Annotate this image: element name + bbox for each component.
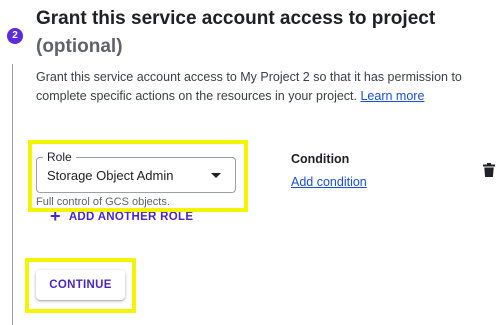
continue-button[interactable]: CONTINUE bbox=[36, 270, 125, 300]
role-select-value: Storage Object Admin bbox=[47, 168, 174, 183]
condition-label: Condition bbox=[291, 152, 350, 166]
role-label: Role bbox=[43, 150, 76, 164]
step-optional-label: (optional) bbox=[36, 36, 123, 57]
grant-access-step: 2 Grant this service account access to p… bbox=[0, 0, 504, 325]
caret-down-icon bbox=[211, 173, 221, 178]
trash-icon[interactable] bbox=[483, 163, 495, 177]
step-number-badge: 2 bbox=[7, 28, 23, 44]
step-timeline-line bbox=[12, 64, 13, 325]
add-condition-link[interactable]: Add condition bbox=[291, 175, 367, 189]
learn-more-link[interactable]: Learn more bbox=[360, 89, 424, 103]
add-another-role-button[interactable]: + ADD ANOTHER ROLE bbox=[50, 206, 193, 228]
step-title: Grant this service account access to pro… bbox=[36, 8, 436, 29]
plus-icon: + bbox=[50, 206, 61, 226]
add-another-role-label: ADD ANOTHER ROLE bbox=[68, 211, 194, 223]
step-description: Grant this service account access to My … bbox=[36, 68, 488, 106]
